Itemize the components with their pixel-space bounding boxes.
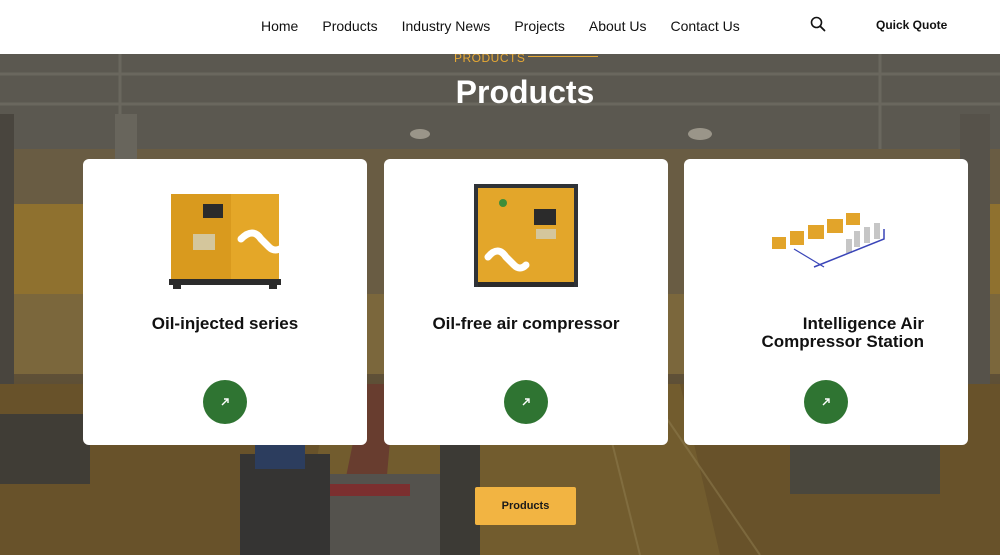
section-tag-divider (528, 56, 598, 57)
arrow-up-right-icon (522, 398, 530, 406)
main-nav: Home Products Industry News Projects Abo… (261, 17, 764, 35)
card-title: Oil-injected series (151, 314, 299, 333)
compressor-station-image (772, 213, 885, 268)
nav-home[interactable]: Home (261, 17, 298, 35)
card-title: Oil-free air compressor (432, 314, 620, 333)
card-arrow-button[interactable] (203, 380, 247, 424)
card-title: Intelligence Air Compressor Station (761, 314, 924, 351)
nav-about-us[interactable]: About Us (589, 17, 647, 35)
nav-contact-us[interactable]: Contact Us (670, 17, 739, 35)
card-arrow-button[interactable] (504, 380, 548, 424)
products-button[interactable]: Products (475, 487, 576, 525)
section-title: Products (455, 74, 595, 110)
search-icon[interactable] (810, 16, 826, 32)
arrow-up-right-icon (822, 398, 830, 406)
card-arrow-button[interactable] (804, 380, 848, 424)
site-header: Home Products Industry News Projects Abo… (0, 0, 1000, 54)
oil-free-compressor-image (474, 184, 578, 287)
quick-quote-link[interactable]: Quick Quote (876, 18, 947, 32)
arrow-up-right-icon (221, 398, 229, 406)
oil-injected-compressor-image (169, 194, 287, 289)
product-card-compressor-station[interactable]: Intelligence Air Compressor Station (684, 159, 968, 445)
product-card-oil-free[interactable]: Oil-free air compressor (384, 159, 668, 445)
nav-projects[interactable]: Projects (514, 17, 565, 35)
nav-products[interactable]: Products (322, 17, 377, 35)
product-card-oil-injected[interactable]: Oil-injected series (83, 159, 367, 445)
nav-industry-news[interactable]: Industry News (402, 17, 491, 35)
